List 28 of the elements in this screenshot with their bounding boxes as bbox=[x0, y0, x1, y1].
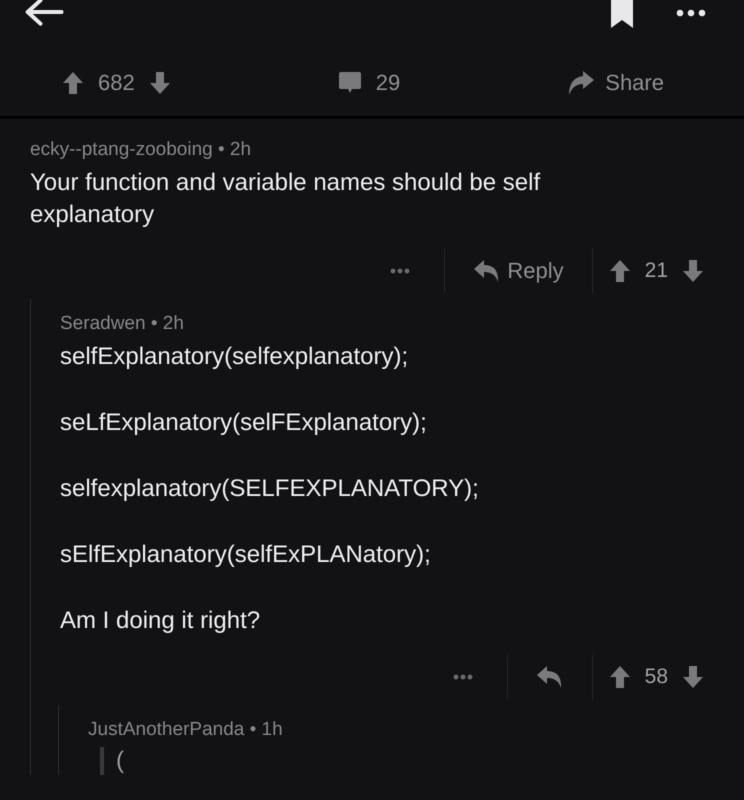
comment-text: seLfExplanatory(selFExplanatory); bbox=[60, 408, 428, 438]
upvote-icon[interactable] bbox=[62, 71, 84, 95]
upvote-icon[interactable] bbox=[608, 665, 631, 689]
bookmark-icon[interactable] bbox=[610, 0, 634, 28]
share-button[interactable]: Share bbox=[567, 70, 664, 96]
more-icon[interactable] bbox=[676, 9, 706, 17]
vote-score: 58 bbox=[644, 665, 668, 689]
reply-icon bbox=[536, 665, 564, 689]
downvote-icon[interactable] bbox=[682, 259, 704, 283]
comment-text: selfexplanatory(SELFEXPLANATORY); bbox=[60, 474, 480, 504]
comment-count: 29 bbox=[376, 70, 400, 96]
quote-block: ( bbox=[100, 747, 714, 775]
share-icon bbox=[567, 70, 596, 96]
comment-meta: Seradwen • 2h bbox=[60, 313, 185, 335]
comment-text: sElfExplanatory(selfExPLANatory); bbox=[60, 540, 432, 570]
vote-score: 682 bbox=[98, 70, 135, 96]
downvote-icon[interactable] bbox=[682, 665, 704, 689]
comment-meta: ecky--ptang-zooboing • 2h bbox=[30, 139, 252, 161]
comment-meta: JustAnotherPanda • 1h bbox=[88, 719, 284, 741]
comment-text: selfExplanatory(selfexplanatory); bbox=[60, 342, 410, 372]
downvote-icon[interactable] bbox=[148, 71, 171, 95]
reply-button[interactable]: Reply bbox=[445, 258, 592, 284]
comment-text: Your function and variable names should be self explanatory bbox=[30, 168, 542, 230]
comment-text: Am I doing it right? bbox=[60, 606, 262, 636]
upvote-icon[interactable] bbox=[608, 259, 631, 283]
vote-score: 21 bbox=[644, 259, 668, 283]
comment-icon[interactable] bbox=[338, 71, 362, 95]
back-icon[interactable] bbox=[24, 0, 64, 26]
